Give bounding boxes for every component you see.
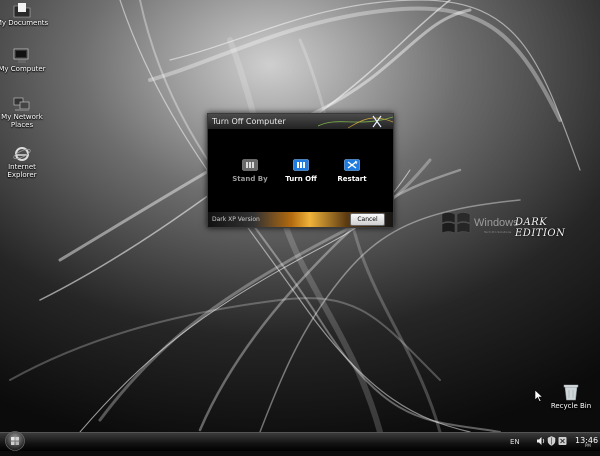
desktop-icon-label: Recycle Bin — [550, 402, 592, 410]
close-x-icon[interactable] — [558, 436, 567, 446]
dialog-swirl-decoration — [318, 115, 393, 129]
folder-documents-icon — [13, 3, 31, 18]
stand-by-label: Stand By — [232, 175, 268, 183]
windows-flag-icon — [441, 212, 471, 234]
desktop-icon-my-computer[interactable]: My Computer — [0, 48, 50, 73]
security-shield-icon[interactable] — [547, 436, 556, 446]
desktop-icon-label: My Network Places — [1, 113, 43, 129]
branding-tagline: Tech Pro Solutions — [484, 230, 512, 234]
restart-label: Restart — [337, 175, 367, 183]
start-orb-icon — [5, 431, 25, 451]
stand-by-button[interactable]: Stand By — [225, 159, 275, 184]
clock-ampm: PM — [585, 443, 591, 448]
computer-icon — [13, 48, 29, 63]
language-indicator[interactable]: EN — [510, 436, 520, 448]
volume-icon[interactable] — [536, 436, 545, 446]
desktop-icon-my-network-places[interactable]: My Network Places — [0, 96, 50, 129]
dialog-version-text: Dark XP Version — [212, 216, 260, 223]
desktop-icon-my-documents[interactable]: My Documents — [0, 2, 50, 27]
dialog-titlebar[interactable]: Turn Off Computer — [208, 114, 393, 129]
cancel-button[interactable]: Cancel — [350, 213, 385, 226]
turn-off-button[interactable]: Turn Off — [276, 159, 326, 184]
mouse-cursor-icon — [535, 390, 543, 402]
taskbar: EN 13:46 PM — [0, 430, 600, 452]
desktop-icon-recycle-bin[interactable]: Recycle Bin — [543, 383, 599, 410]
recycle-bin-icon — [563, 384, 579, 401]
windows-dark-edition-branding: Windows DARK EDITION Tech Pro Solutions — [440, 205, 590, 245]
desktop-icon-label: My Documents — [0, 19, 49, 27]
dialog-title: Turn Off Computer — [212, 117, 286, 126]
turn-off-computer-dialog: Turn Off Computer Stand By Turn Off Rest… — [207, 113, 394, 228]
stand-by-icon — [242, 159, 258, 171]
internet-explorer-icon — [13, 147, 31, 161]
desktop: My Documents My Computer My Network Plac… — [0, 0, 600, 432]
desktop-icon-internet-explorer[interactable]: Internet Explorer — [0, 146, 50, 179]
restart-button[interactable]: Restart — [327, 159, 377, 184]
start-button[interactable] — [3, 430, 27, 452]
turn-off-icon — [293, 159, 309, 171]
dialog-body: Stand By Turn Off Restart — [208, 129, 393, 212]
dialog-footer: Dark XP Version Cancel — [208, 212, 393, 227]
desktop-icon-label: Internet Explorer — [7, 163, 37, 179]
branding-edition: DARK EDITION — [515, 217, 566, 239]
branding-windows-word: Windows — [474, 217, 519, 229]
desktop-icon-label: My Computer — [0, 65, 46, 73]
turn-off-label: Turn Off — [285, 175, 317, 183]
restart-icon — [344, 159, 360, 171]
network-icon — [13, 97, 30, 111]
